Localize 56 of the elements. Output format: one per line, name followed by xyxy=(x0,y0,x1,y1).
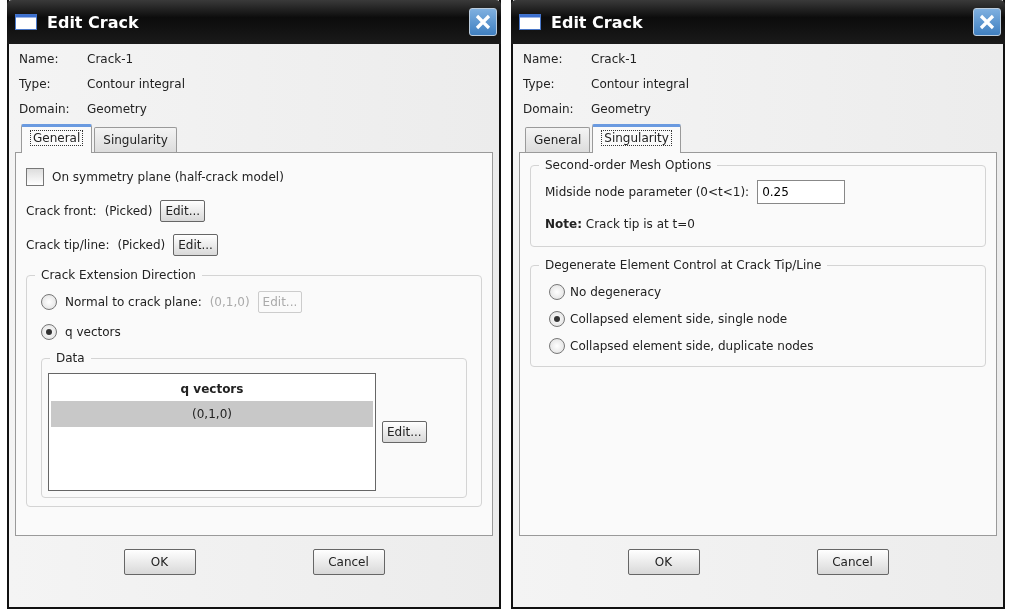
window-icon xyxy=(15,14,37,30)
radio-button[interactable] xyxy=(549,311,565,327)
radio-label: Normal to crack plane: xyxy=(65,295,202,309)
close-icon xyxy=(978,13,996,31)
dialog-button[interactable]: OK xyxy=(627,549,700,575)
dialog-button[interactable]: Cancel xyxy=(312,549,385,575)
field-value: (Picked) xyxy=(104,204,153,218)
field-value: Contour integral xyxy=(87,77,185,91)
group-title: Second-order Mesh Options xyxy=(539,158,718,172)
field-label: Midside node parameter (0<t<1): xyxy=(545,185,750,199)
field-value: Crack-1 xyxy=(591,52,638,66)
field-label: Name: xyxy=(19,52,60,66)
window-icon xyxy=(519,14,541,30)
field-label: Domain: xyxy=(19,102,71,116)
radio-button[interactable] xyxy=(549,338,565,354)
dialog-button[interactable]: Cancel xyxy=(816,549,889,575)
tab[interactable]: Singularity xyxy=(592,124,681,153)
close-button[interactable] xyxy=(973,8,1001,36)
edit-button[interactable]: Edit... xyxy=(382,421,427,443)
edit-button[interactable]: Edit... xyxy=(160,200,206,222)
group-title: Crack Extension Direction xyxy=(35,268,202,282)
field-value: (Picked) xyxy=(117,238,166,252)
radio-label: Collapsed element side, duplicate nodes xyxy=(570,339,814,353)
tab[interactable]: General xyxy=(525,127,591,152)
field-label: Type: xyxy=(523,77,556,91)
close-icon xyxy=(474,13,492,31)
window-title: Edit Crack xyxy=(551,12,644,32)
field-value: Crack-1 xyxy=(87,52,134,66)
group-title: Degenerate Element Control at Crack Tip/Line xyxy=(539,258,828,272)
field-value: Contour integral xyxy=(591,77,689,91)
input-field[interactable]: 0.25 xyxy=(757,180,846,204)
radio-button[interactable] xyxy=(41,324,57,340)
edit-button[interactable]: Edit... xyxy=(173,234,218,256)
dialog-button[interactable]: OK xyxy=(123,549,196,575)
table-cell[interactable]: (0,1,0) xyxy=(51,401,373,427)
field-value: Geometry xyxy=(87,102,147,116)
column-header: q vectors xyxy=(179,381,245,398)
radio-label: No degeneracy xyxy=(570,285,662,299)
checkbox-label: On symmetry plane (half-crack model) xyxy=(52,170,284,184)
field-label: Domain: xyxy=(523,102,575,116)
tab[interactable]: Singularity xyxy=(94,127,177,152)
tab[interactable]: General xyxy=(21,124,93,153)
field-label: Type: xyxy=(19,77,52,91)
field-label: Crack tip/line: xyxy=(26,238,110,252)
note-text: Note: Crack tip is at t=0 xyxy=(545,217,695,231)
field-label: Crack front: xyxy=(26,204,97,218)
radio-button[interactable] xyxy=(549,284,565,300)
field-label: Name: xyxy=(523,52,564,66)
radio-label: Collapsed element side, single node xyxy=(570,312,788,326)
close-button[interactable] xyxy=(469,8,497,36)
radio-label: q vectors xyxy=(65,325,121,339)
radio-button[interactable] xyxy=(41,294,57,310)
group-title: Data xyxy=(50,351,91,365)
field-value: Geometry xyxy=(591,102,651,116)
window-title: Edit Crack xyxy=(47,12,140,32)
checkbox[interactable] xyxy=(26,168,44,186)
